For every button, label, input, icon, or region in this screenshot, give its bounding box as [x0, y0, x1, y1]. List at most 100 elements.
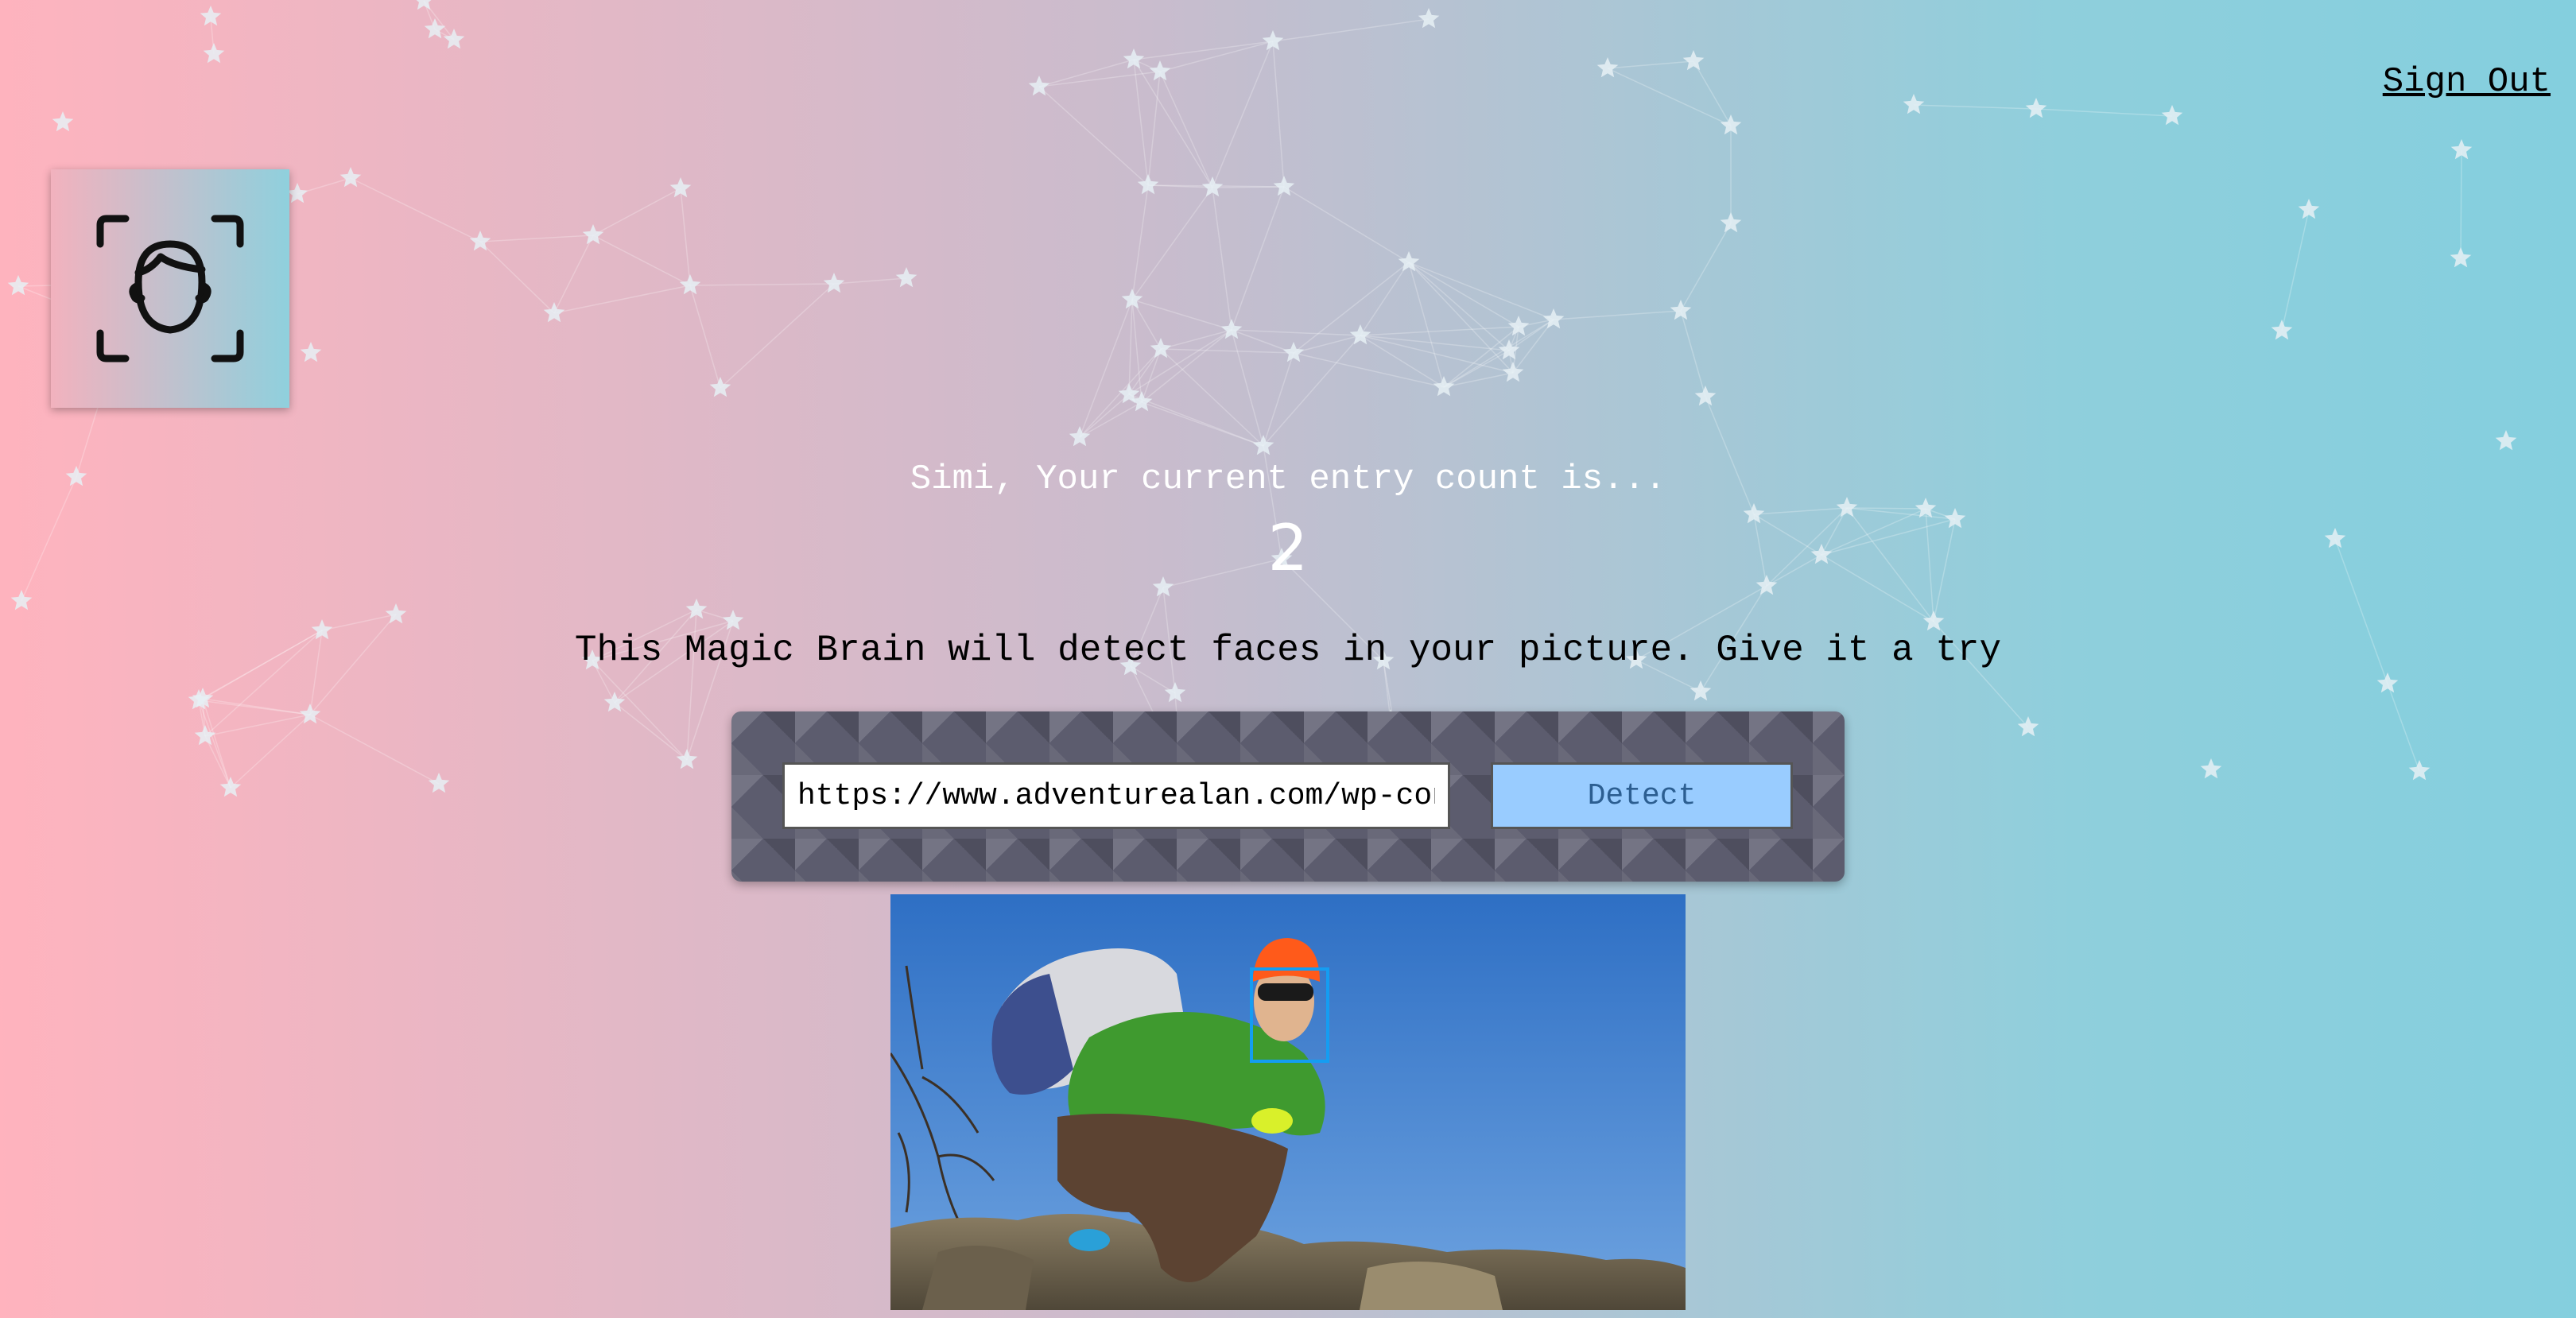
particle-link — [479, 241, 555, 314]
particle-star — [582, 224, 604, 245]
particle-star — [679, 274, 701, 295]
particle-star — [52, 111, 74, 132]
particle-star — [543, 302, 565, 323]
particle-link — [1160, 348, 1264, 447]
particle-link — [553, 235, 594, 314]
particle-star — [2495, 430, 2517, 451]
particle-link — [350, 177, 481, 242]
result-image — [890, 894, 1686, 1310]
particle-star — [1349, 324, 1371, 345]
particle-star — [1690, 680, 1712, 701]
particle-star — [2376, 673, 2399, 693]
particle-star — [2161, 105, 2183, 126]
particle-star — [1123, 48, 1145, 69]
particle-link — [1408, 262, 1519, 328]
particle-link — [1231, 329, 1264, 447]
particle-star — [443, 29, 465, 49]
particle-link — [2460, 149, 2462, 259]
particle-link — [1607, 68, 1732, 126]
particle-link — [1293, 352, 1445, 388]
particle-star — [1273, 176, 1295, 196]
particle-star — [286, 183, 308, 204]
particle-link — [1131, 184, 1149, 300]
particle-link — [1038, 86, 1149, 186]
particle-star — [722, 610, 744, 630]
particle-star — [2200, 758, 2222, 779]
particle-link — [592, 660, 688, 761]
particle-star — [10, 590, 33, 611]
particle-link — [1293, 262, 1410, 354]
particle-star — [428, 773, 450, 793]
particle-star — [339, 167, 362, 188]
particle-link — [680, 188, 691, 286]
particle-link — [1443, 372, 1514, 388]
particle-link — [553, 285, 691, 314]
particle-link — [1680, 310, 1706, 397]
particle-link — [1360, 326, 1519, 336]
particle-star — [1922, 611, 1945, 631]
particle-link — [1607, 60, 1694, 69]
particle-star — [1137, 174, 1159, 195]
particle-link — [2035, 108, 2173, 117]
particle-link — [1231, 329, 1361, 336]
particle-link — [1231, 186, 1285, 331]
description-text: This Magic Brain will detect faces in yo… — [574, 630, 2002, 671]
particle-link — [1160, 329, 1232, 350]
particle-link — [1159, 41, 1274, 72]
sign-out-link[interactable]: Sign Out — [2383, 62, 2551, 102]
particle-star — [1682, 50, 1705, 71]
logo[interactable] — [51, 169, 289, 408]
particle-link — [198, 700, 231, 789]
particle-star — [2408, 760, 2431, 781]
particle-link — [1263, 352, 1294, 447]
particle-link — [1079, 393, 1130, 438]
particle-link — [592, 235, 691, 286]
particle-star — [300, 342, 322, 362]
particle-link — [1160, 348, 1294, 354]
particle-link — [614, 702, 688, 761]
particle-star — [1418, 8, 1440, 29]
particle-link — [1553, 310, 1682, 320]
particle-star — [1201, 176, 1224, 197]
particle-star — [7, 275, 29, 296]
particle-link — [689, 285, 721, 389]
particle-link — [204, 714, 311, 737]
particle-link — [720, 283, 835, 389]
particle-link — [1079, 401, 1143, 438]
particle-link — [479, 235, 594, 242]
particle-link — [1038, 59, 1135, 87]
particle-star — [823, 273, 845, 293]
image-link-form: Detect — [731, 711, 1845, 882]
particle-star — [469, 231, 491, 251]
particle-star — [1670, 300, 1692, 320]
particle-star — [2450, 247, 2472, 268]
image-url-input[interactable] — [782, 762, 1450, 829]
particle-link — [1133, 41, 1274, 60]
particle-link — [1079, 348, 1162, 438]
particle-link — [833, 277, 907, 285]
particle-link — [1131, 187, 1213, 300]
face-bounding-box — [1250, 967, 1329, 1063]
entry-count: 2 — [1267, 511, 1309, 585]
particle-link — [1212, 186, 1285, 188]
particle-link — [1293, 335, 1361, 354]
particle-link — [1360, 335, 1510, 351]
particle-star — [1433, 376, 1455, 397]
particle-link — [1693, 60, 1732, 126]
particle-star — [1542, 308, 1565, 329]
particle-link — [1360, 335, 1514, 374]
particle-link — [1038, 71, 1161, 87]
particle-star — [2298, 199, 2320, 219]
particle-link — [1283, 186, 1410, 263]
particle-star — [1282, 342, 1305, 362]
particle-link — [1408, 262, 1510, 351]
particle-link — [1272, 18, 1430, 42]
particle-star — [424, 18, 446, 39]
detect-button[interactable]: Detect — [1491, 762, 1793, 829]
particle-link — [1272, 41, 1285, 188]
particle-link — [1128, 329, 1232, 395]
particle-star — [2025, 98, 2047, 118]
particle-star — [194, 725, 216, 746]
particle-star — [219, 777, 242, 797]
particle-link — [592, 188, 681, 236]
